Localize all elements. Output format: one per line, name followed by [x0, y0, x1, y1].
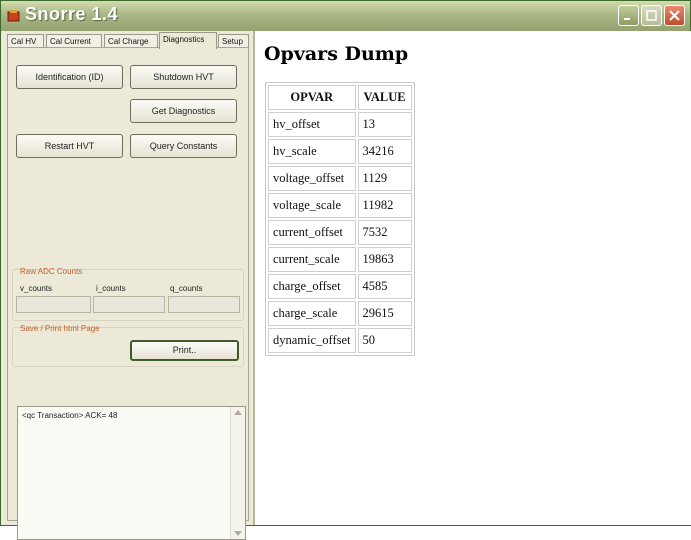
column-header-value: VALUE — [357, 85, 412, 110]
table-row: dynamic_offset 50 — [268, 328, 412, 353]
raw-adc-group — [12, 269, 244, 321]
close-button[interactable] — [664, 5, 685, 26]
i-counts-field[interactable] — [93, 296, 165, 313]
table-row: charge_offset 4585 — [268, 274, 412, 299]
close-icon — [669, 10, 680, 21]
column-header-opvar: OPVAR — [268, 85, 356, 110]
opvar-cell: voltage_scale — [268, 193, 356, 218]
maximize-icon — [646, 10, 657, 21]
query-constants-button[interactable]: Query Constants — [130, 134, 237, 158]
opvar-cell: voltage_offset — [268, 166, 356, 191]
value-cell: 34216 — [357, 139, 412, 164]
table-row: current_scale 19863 — [268, 247, 412, 272]
app-icon — [7, 10, 20, 22]
opvar-cell: current_scale — [268, 247, 356, 272]
table-header-row: OPVAR VALUE — [268, 85, 412, 110]
value-cell: 50 — [357, 328, 412, 353]
tab-cal-current[interactable]: Cal Current — [46, 34, 102, 48]
opvar-cell: hv_scale — [268, 139, 356, 164]
q-counts-field[interactable] — [168, 296, 240, 313]
value-cell: 7532 — [357, 220, 412, 245]
table-row: charge_scale 29615 — [268, 301, 412, 326]
opvar-cell: charge_scale — [268, 301, 356, 326]
control-panel: Cal HV Cal Current Cal Charge Diagnostic… — [3, 31, 255, 540]
table-row: voltage_offset 1129 — [268, 166, 412, 191]
i-counts-label: i_counts — [96, 284, 126, 293]
log-text: <qc Transaction> ACK= 48 — [22, 411, 118, 420]
raw-adc-label: Raw ADC Counts — [20, 267, 83, 276]
minimize-icon — [624, 18, 630, 20]
opvar-cell: hv_offset — [268, 112, 356, 137]
restart-hvt-button[interactable]: Restart HVT — [16, 134, 123, 158]
opvar-cell: dynamic_offset — [268, 328, 356, 353]
scroll-up-icon[interactable] — [234, 410, 242, 415]
tab-diagnostics[interactable]: Diagnostics — [159, 32, 217, 49]
opvars-table: OPVAR VALUE hv_offset 13 hv_scale 34216 vo… — [265, 82, 415, 356]
scroll-down-icon[interactable] — [234, 531, 242, 536]
table-row: hv_offset 13 — [268, 112, 412, 137]
table-row: hv_scale 34216 — [268, 139, 412, 164]
q-counts-label: q_counts — [170, 284, 203, 293]
app-window: Snorre 1.4 Cal HV Cal Current Cal Charge… — [0, 0, 691, 540]
tab-setup[interactable]: Setup — [218, 34, 249, 48]
transaction-log[interactable]: <qc Transaction> ACK= 48 — [17, 406, 246, 540]
table-row: voltage_scale 11982 — [268, 193, 412, 218]
v-counts-label: v_counts — [20, 284, 53, 293]
print-button[interactable]: Print.. — [130, 340, 239, 361]
maximize-button[interactable] — [641, 5, 662, 26]
table-row: current_offset 7532 — [268, 220, 412, 245]
value-cell: 1129 — [357, 166, 412, 191]
log-scrollbar[interactable] — [230, 407, 245, 539]
title-bar[interactable]: Snorre 1.4 — [1, 1, 690, 31]
window-title: Snorre 1.4 — [25, 4, 119, 24]
page-title: Opvars Dump — [264, 43, 409, 65]
value-cell: 19863 — [357, 247, 412, 272]
opvar-cell: charge_offset — [268, 274, 356, 299]
value-cell: 13 — [357, 112, 412, 137]
save-print-label: Save / Print html Page — [20, 324, 100, 333]
tab-cal-charge[interactable]: Cal Charge — [104, 34, 158, 48]
identification-button[interactable]: Identification (ID) — [16, 65, 123, 89]
shutdown-hvt-button[interactable]: Shutdown HVT — [130, 65, 237, 89]
v-counts-field[interactable] — [16, 296, 91, 313]
value-cell: 4585 — [357, 274, 412, 299]
value-cell: 11982 — [357, 193, 412, 218]
output-pane: Opvars Dump OPVAR VALUE hv_offset 13 hv_s… — [255, 31, 691, 525]
opvar-cell: current_offset — [268, 220, 356, 245]
get-diagnostics-button[interactable]: Get Diagnostics — [130, 99, 237, 123]
minimize-button[interactable] — [618, 5, 639, 26]
value-cell: 29615 — [357, 301, 412, 326]
tab-cal-hv[interactable]: Cal HV — [7, 34, 44, 48]
